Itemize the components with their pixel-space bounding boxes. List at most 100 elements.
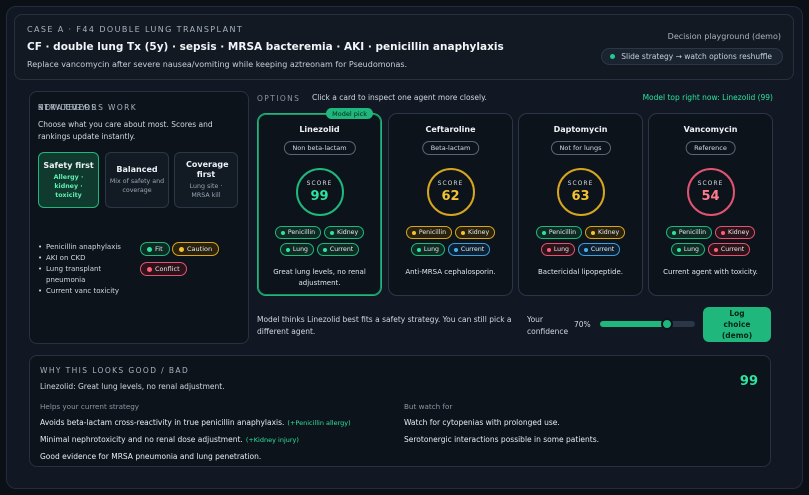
- confidence-label: Your confidence: [527, 315, 569, 336]
- chip-label: Lung: [423, 246, 439, 253]
- helps-item: Good evidence for MRSA pneumonia and lun…: [40, 452, 351, 462]
- legend-conflict-chip: Conflict: [140, 262, 187, 276]
- option-card-daptomycin[interactable]: Daptomycin Not for lungs SCORE 63 Penici…: [518, 113, 643, 296]
- chip-label: Penicillin: [678, 229, 707, 236]
- score-ring: SCORE 54: [686, 168, 735, 216]
- card-description: Anti-MRSA cephalosporin.: [405, 268, 496, 276]
- fit-dot-icon: [280, 230, 285, 235]
- helps-list: Avoids beta-lactam cross-reactivity in t…: [40, 418, 351, 469]
- model-recommendation-text: Model thinks Linezolid best fits a safet…: [257, 315, 512, 336]
- chip-kidney: Kidney: [324, 226, 365, 239]
- chip-current: Current: [707, 243, 751, 256]
- confidence-slider-handle[interactable]: [660, 318, 673, 330]
- confidence-slider-fill: [600, 321, 667, 327]
- chip-lung: Lung: [410, 243, 445, 256]
- watch-item: Serotonergic interactions possible in so…: [404, 435, 600, 444]
- status-dot-icon: [610, 54, 616, 59]
- helps-item: Avoids beta-lactam cross-reactivity in t…: [40, 418, 351, 428]
- chip-lung: Lung: [670, 243, 705, 256]
- chip-label: Kidney: [337, 229, 359, 236]
- confidence-slider[interactable]: [600, 318, 695, 330]
- card-description: Current agent with toxicity.: [663, 268, 758, 276]
- card-description: Great lung levels, no renal adjustment.: [273, 268, 366, 287]
- conflict-dot-icon: [546, 247, 551, 252]
- chip-label: Current: [329, 246, 354, 253]
- score-value: 54: [701, 189, 720, 204]
- strategy-button-title: Coverage first: [186, 160, 229, 179]
- options-label: OPTIONS: [257, 94, 301, 103]
- strategy-button-title: Balanced: [116, 165, 158, 174]
- strategy-button-subtitle: Mix of safety and coverage: [109, 178, 165, 194]
- option-card-linezolid[interactable]: Model pick Linezolid Non beta-lactam SCO…: [257, 108, 382, 296]
- option-card-ceftaroline[interactable]: Ceftaroline Beta-lactam SCORE 62 Penicil…: [388, 113, 513, 296]
- strategy-description: Choose what you care about most. Scores …: [38, 120, 213, 141]
- chip-label: Lung: [553, 246, 569, 253]
- card-chips: Penicillin Kidney Lung Current: [519, 226, 642, 256]
- legend-conflict-label: Conflict: [155, 265, 180, 273]
- helps-item-text: Minimal nephrotoxicity and no renal dose…: [40, 435, 243, 444]
- fit-dot-icon: [541, 230, 546, 235]
- card-chips: Penicillin Kidney Lung Current: [649, 226, 772, 256]
- score-ring: SCORE 62: [426, 168, 475, 216]
- score-ring: SCORE 63: [556, 168, 605, 216]
- score-value: 63: [571, 189, 590, 204]
- chip-label: Kidney: [468, 229, 490, 236]
- legend-fit-label: Fit: [155, 245, 163, 253]
- why-label: WHY THIS LOOKS GOOD / BAD: [40, 366, 190, 375]
- case-title: CF · double lung Tx (5y) · sepsis · MRSA…: [27, 41, 504, 53]
- lever-item: Penicillin anaphylaxis: [38, 242, 138, 253]
- card-class-pill: Non beta-lactam: [283, 141, 356, 155]
- score-ring: SCORE 99: [295, 168, 344, 216]
- chip-current: Current: [447, 243, 491, 256]
- current-dot-icon: [453, 247, 458, 252]
- strategy-balanced-button[interactable]: Balanced Mix of safety and coverage: [105, 152, 169, 208]
- strategy-button-subtitle: Lung site · MRSA kill: [189, 183, 223, 199]
- score-value: 99: [310, 189, 329, 204]
- score-value: 62: [441, 189, 460, 204]
- strategy-safety-first-button[interactable]: Safety first Allergy · kidney · toxicity: [38, 152, 99, 208]
- helps-item-tag: (+Kidney injury): [245, 436, 299, 444]
- chip-lung: Lung: [279, 243, 314, 256]
- helps-item-text: Avoids beta-lactam cross-reactivity in t…: [40, 418, 285, 427]
- helps-item-text: Good evidence for MRSA pneumonia and lun…: [40, 452, 262, 461]
- fit-dot-icon: [671, 230, 676, 235]
- model-pick-badge: Model pick: [326, 108, 373, 119]
- chip-label: Current: [720, 246, 745, 253]
- chip-current: Current: [316, 243, 360, 256]
- chip-label: Penicillin: [287, 229, 316, 236]
- card-class-pill: Reference: [685, 141, 736, 155]
- strategy-coverage-first-button[interactable]: Coverage first Lung site · MRSA kill: [174, 152, 238, 208]
- legend-caution-label: Caution: [187, 245, 213, 253]
- current-dot-icon: [583, 247, 588, 252]
- chip-penicillin: Penicillin: [274, 226, 322, 239]
- watch-item: Watch for cytopenias with prolonged use.: [404, 418, 560, 427]
- why-panel: WHY THIS LOOKS GOOD / BAD Linezolid: Gre…: [29, 355, 771, 467]
- log-choice-button[interactable]: Log choice (demo): [703, 307, 771, 342]
- log-choice-label: Log choice (demo): [721, 309, 753, 340]
- watch-label: But watch for: [404, 402, 453, 411]
- card-drug-name: Daptomycin: [553, 125, 608, 134]
- why-score: 99: [739, 374, 758, 389]
- chip-current: Current: [577, 243, 621, 256]
- chip-kidney: Kidney: [715, 226, 756, 239]
- option-card-vancomycin[interactable]: Vancomycin Reference SCORE 54 Penicillin…: [648, 113, 773, 296]
- strategy-hint-pill: Slide strategy → watch options reshuffle: [601, 48, 783, 65]
- card-chips: Penicillin Kidney Lung Current: [258, 226, 381, 256]
- legend-fit-chip: Fit: [140, 242, 170, 256]
- chip-label: Penicillin: [548, 229, 577, 236]
- card-class-pill: Beta-lactam: [421, 141, 480, 155]
- chip-label: Lung: [683, 246, 699, 253]
- chip-kidney: Kidney: [455, 226, 496, 239]
- fit-dot-icon: [676, 247, 681, 252]
- card-drug-name: Linezolid: [299, 125, 340, 134]
- lever-item: Lung transplant pneumonia: [38, 264, 138, 286]
- case-label: CASE A · F44 DOUBLE LUNG TRANSPLANT: [27, 25, 244, 34]
- fit-dot-icon: [330, 230, 335, 235]
- chip-lung: Lung: [540, 243, 575, 256]
- card-drug-name: Ceftaroline: [425, 125, 476, 134]
- strategy-button-subtitle: Allergy · kidney · toxicity: [53, 173, 84, 199]
- chip-kidney: Kidney: [585, 226, 626, 239]
- strategy-button-title: Safety first: [43, 160, 94, 170]
- confidence-value: 70%: [574, 320, 591, 329]
- chip-label: Kidney: [598, 229, 620, 236]
